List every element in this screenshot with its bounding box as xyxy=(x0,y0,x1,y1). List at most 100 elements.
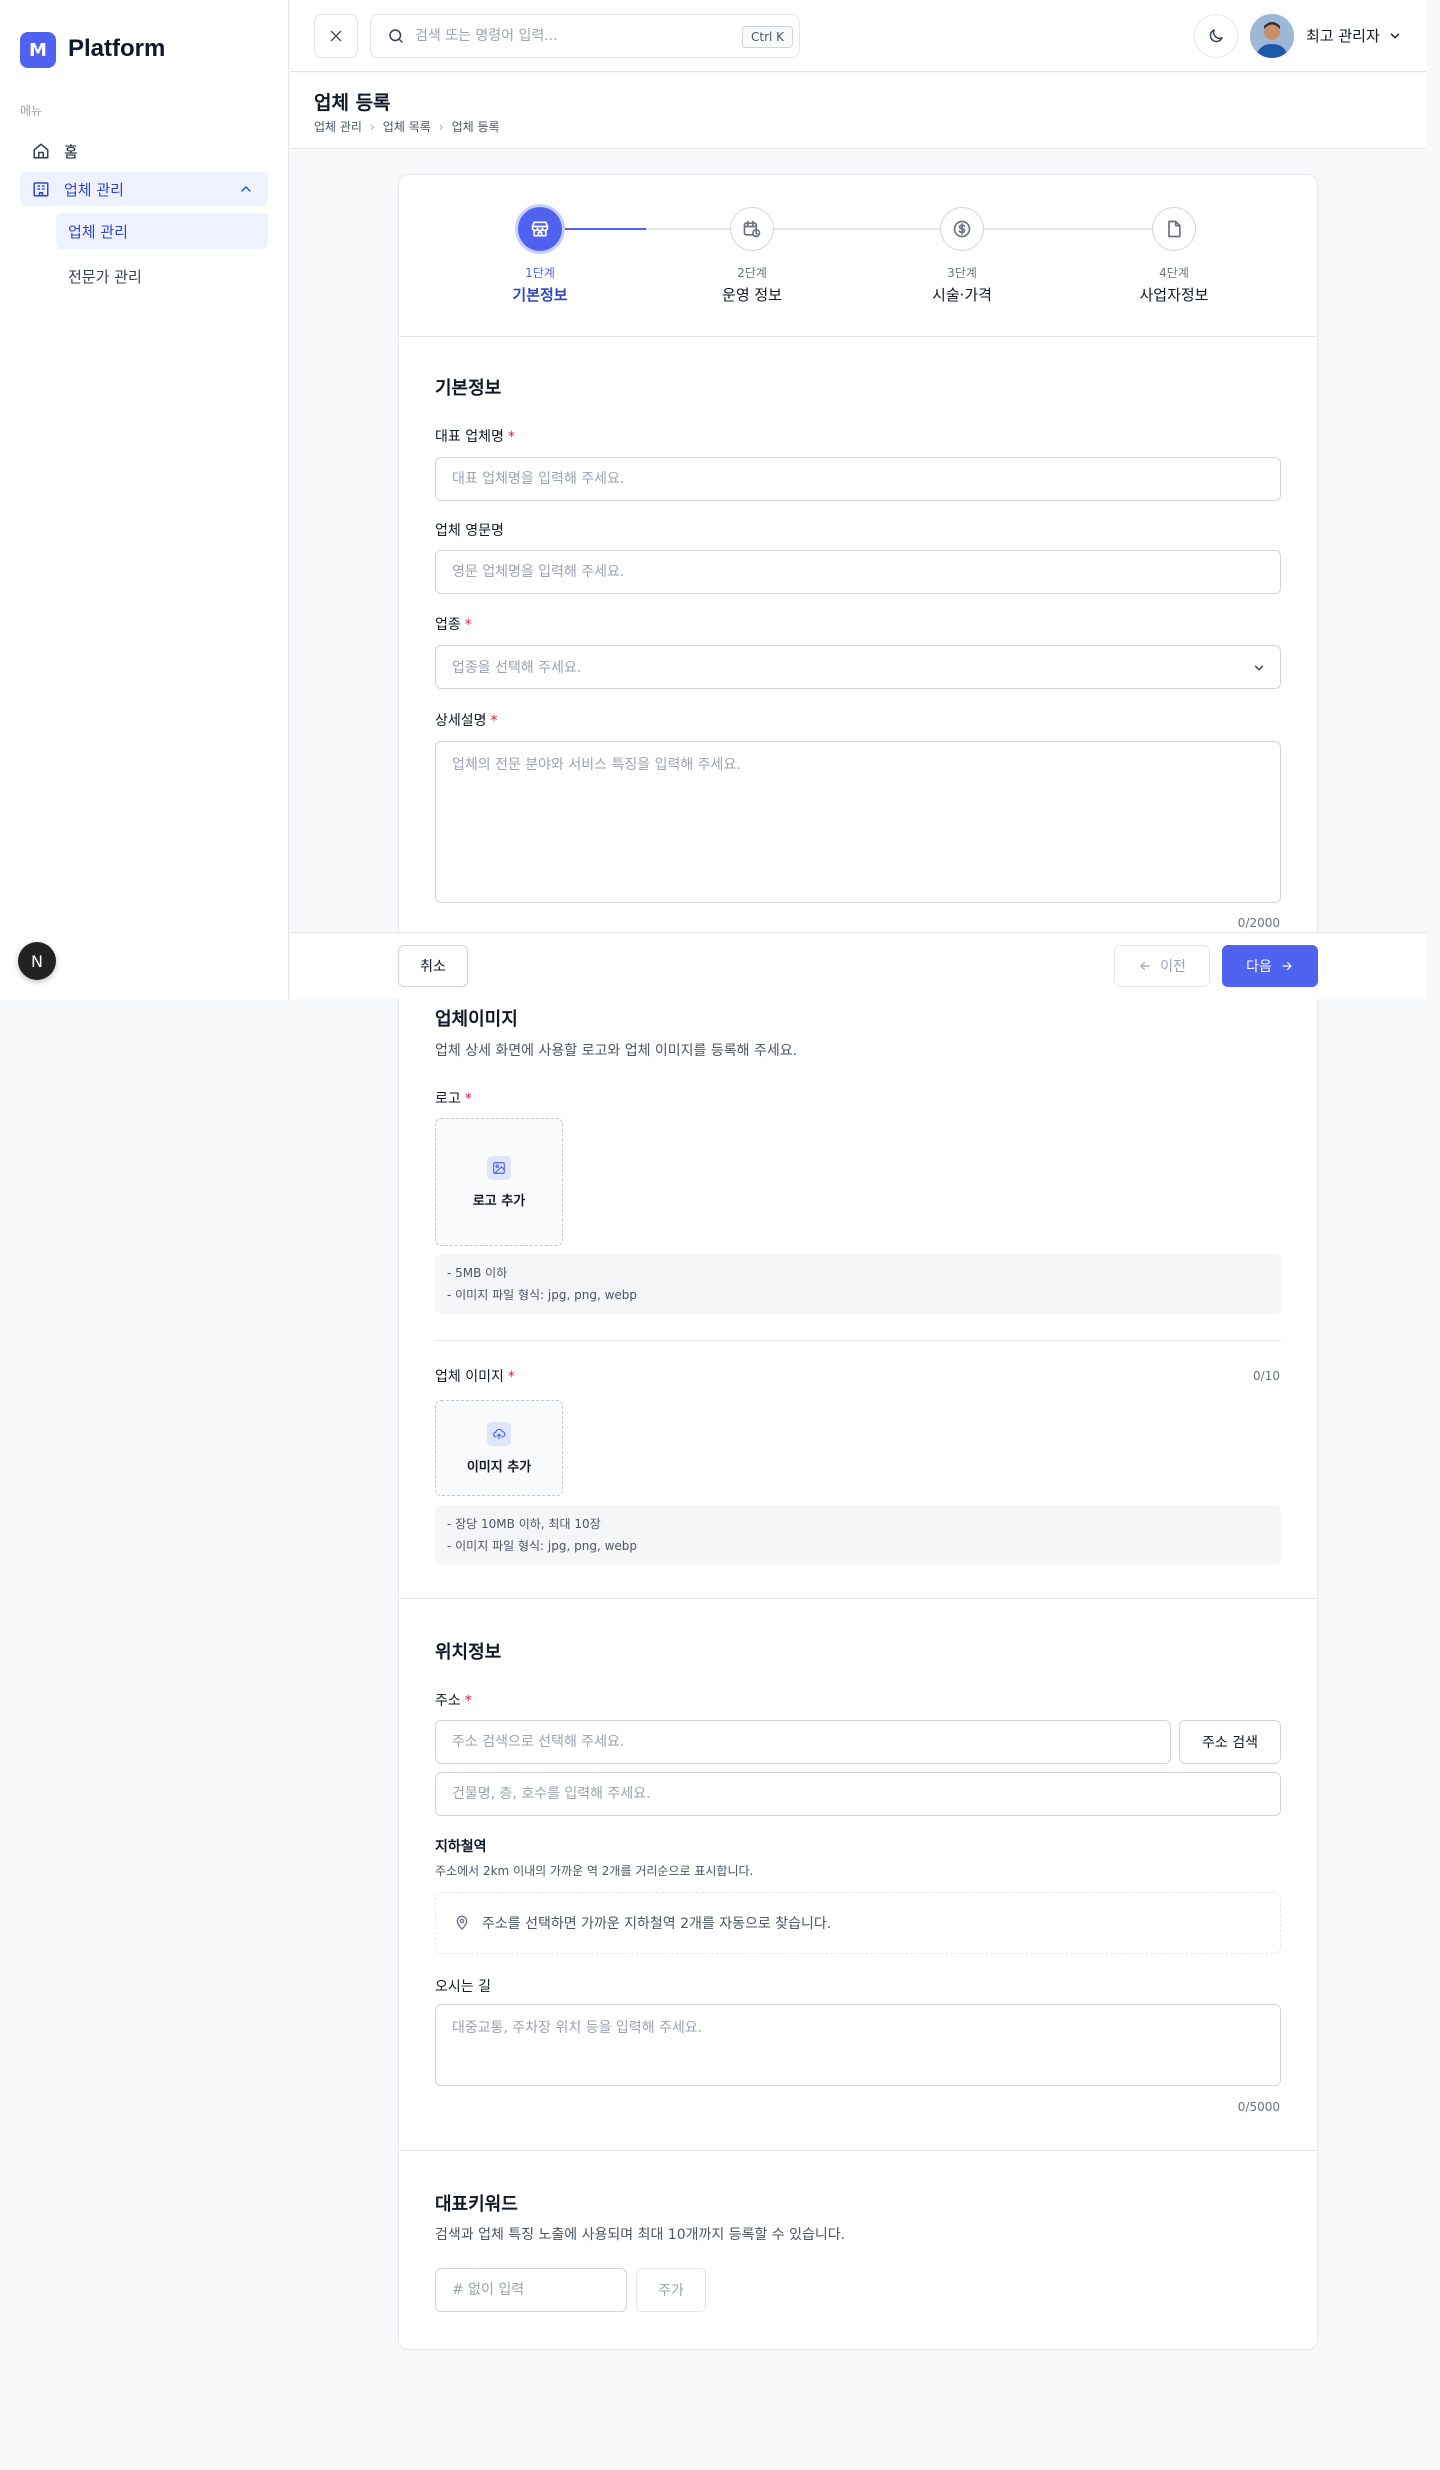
gallery-hint-box: - 장당 10MB 이하, 최대 10장 - 이미지 파일 형식: jpg, p… xyxy=(435,1505,1281,1565)
subway-placeholder-box: 주소를 선택하면 가까운 지하철역 2개를 자동으로 찾습니다. xyxy=(435,1892,1281,1954)
step-4-circle[interactable] xyxy=(1152,207,1196,251)
image-add-icon xyxy=(487,1155,511,1180)
sidebar-item-home[interactable]: 홈 xyxy=(20,134,268,168)
divider xyxy=(398,1598,1318,1599)
breadcrumb-separator-icon: › xyxy=(438,119,444,134)
field-label-text: 대표 업체명 xyxy=(435,429,504,445)
hint-line: - 이미지 파일 형식: jpg, png, webp xyxy=(447,1288,638,1302)
search-icon xyxy=(389,29,403,43)
required-mark: * xyxy=(490,713,498,729)
logo-hint-box: - 5MB 이하 - 이미지 파일 형식: jpg, png, webp xyxy=(435,1254,1281,1314)
step-line xyxy=(774,228,940,230)
search-input[interactable] xyxy=(415,28,735,44)
logo-upload-label: 로고 추가 xyxy=(472,1193,526,1209)
cancel-button[interactable]: 취소 xyxy=(398,945,468,987)
sidebar-item-label: 홈 xyxy=(64,142,78,161)
required-mark: * xyxy=(507,1369,515,1385)
logo-upload-box[interactable]: 로고 추가 xyxy=(435,1118,563,1246)
theme-toggle-button[interactable] xyxy=(1194,14,1238,58)
english-name-input[interactable] xyxy=(435,550,1281,594)
chevron-down-icon xyxy=(1254,665,1264,671)
step-1-circle[interactable] xyxy=(518,207,562,251)
step-2-number: 2단계 xyxy=(737,266,767,280)
chevron-down-icon xyxy=(1390,33,1400,39)
section-title-images: 업체이미지 xyxy=(435,1009,518,1030)
page-title: 업체 등록 xyxy=(314,92,391,114)
address-search-button[interactable]: 주소 검색 xyxy=(1179,1720,1281,1764)
required-mark: * xyxy=(464,1693,472,1709)
brand-logo[interactable]: M xyxy=(20,32,56,68)
sidebar-group-label: 업체 관리 xyxy=(64,180,124,199)
next-button[interactable]: 다음 xyxy=(1222,945,1318,987)
dollar-icon xyxy=(953,220,971,238)
section-desc-keywords: 검색과 업체 특징 노출에 사용되며 최대 10개까지 등록할 수 있습니다. xyxy=(435,2227,846,2243)
dev-tools-badge[interactable]: N xyxy=(18,942,56,980)
breadcrumb-separator-icon: › xyxy=(369,119,375,134)
prev-button[interactable]: 이전 xyxy=(1114,945,1210,987)
breadcrumb-item-current: 업체 등록 xyxy=(451,120,500,134)
subway-hint: 주소를 선택하면 가까운 지하철역 2개를 자동으로 찾습니다. xyxy=(482,1916,832,1932)
breadcrumb-item[interactable]: 업체 관리 xyxy=(314,118,362,135)
section-title-keywords: 대표키워드 xyxy=(435,2194,518,2215)
description-counter: 0/2000 xyxy=(1237,916,1280,930)
moon-icon xyxy=(1209,29,1223,43)
required-mark: * xyxy=(464,617,472,633)
field-label-english-name: 업체 영문명 xyxy=(435,523,504,539)
gallery-upload-label: 이미지 추가 xyxy=(466,1459,532,1475)
gallery-counter: 0/10 xyxy=(1253,1369,1280,1383)
chevron-up-icon[interactable] xyxy=(238,181,254,197)
breadcrumb-item[interactable]: 업체 목록 xyxy=(383,118,431,135)
hint-line: - 이미지 파일 형식: jpg, png, webp xyxy=(447,1539,638,1553)
field-label-logo: 로고 * xyxy=(435,1088,472,1108)
page-header xyxy=(290,73,1426,149)
field-label-text: 로고 xyxy=(435,1091,461,1107)
search-bar[interactable] xyxy=(370,14,800,58)
step-line xyxy=(984,228,1152,230)
field-label-text: 업체 이미지 xyxy=(435,1369,504,1385)
calendar-clock-icon xyxy=(743,220,761,238)
avatar-image xyxy=(1250,14,1294,58)
field-label-text: 상세설명 xyxy=(435,713,487,729)
sidebar-group-company[interactable]: 업체 관리 xyxy=(20,172,268,206)
description-textarea[interactable] xyxy=(435,741,1281,903)
document-icon xyxy=(1168,220,1181,238)
step-3-label: 시술·가격 xyxy=(932,286,992,304)
keyword-add-button[interactable]: 주가 xyxy=(636,2268,706,2312)
step-2-circle[interactable] xyxy=(730,207,774,251)
next-button-label: 다음 xyxy=(1246,959,1272,975)
step-1-number: 1단계 xyxy=(525,266,555,280)
sidebar-item-expert-manage[interactable]: 전문가 관리 xyxy=(56,258,268,294)
address-input[interactable] xyxy=(435,1720,1171,1764)
gallery-upload-box[interactable]: 이미지 추가 xyxy=(435,1400,563,1496)
address-detail-input[interactable] xyxy=(435,1772,1281,1816)
step-3-circle[interactable] xyxy=(940,207,984,251)
breadcrumb: 업체 관리 › 업체 목록 › 업체 등록 xyxy=(314,118,500,135)
required-mark: * xyxy=(507,429,515,445)
close-button[interactable] xyxy=(314,14,358,58)
category-select[interactable]: 업종을 선택해 주세요. xyxy=(435,645,1281,689)
divider xyxy=(435,1340,1281,1341)
company-name-input[interactable] xyxy=(435,457,1281,501)
step-progress-line xyxy=(562,228,646,230)
directions-textarea[interactable] xyxy=(435,2004,1281,2086)
category-select-placeholder: 업종을 선택해 주세요. xyxy=(452,660,582,676)
section-title-location: 위치정보 xyxy=(435,1642,502,1663)
step-2-label: 운영 정보 xyxy=(722,286,782,304)
avatar[interactable] xyxy=(1250,14,1294,58)
sidebar-item-company-manage[interactable]: 업체 관리 xyxy=(56,213,268,249)
keyword-input[interactable] xyxy=(435,2268,627,2312)
arrow-left-icon xyxy=(1140,961,1150,971)
menu-section-label: 메뉴 xyxy=(20,104,43,118)
step-1-label: 기본정보 xyxy=(512,286,568,304)
user-menu[interactable]: 최고 관리자 xyxy=(1306,25,1402,46)
step-4-number: 4단계 xyxy=(1159,266,1189,280)
field-label-text: 업종 xyxy=(435,617,461,633)
brand-name[interactable]: Platform xyxy=(68,35,165,63)
prev-button-label: 이전 xyxy=(1160,959,1186,975)
shortcut-hint: Ctrl K xyxy=(742,26,794,48)
directions-counter: 0/5000 xyxy=(1237,2100,1280,2114)
field-label-subway: 지하철역 xyxy=(435,1839,487,1855)
section-desc-images: 업체 상세 화면에 사용할 로고와 업체 이미지를 등록해 주세요. xyxy=(435,1043,798,1059)
divider xyxy=(398,336,1318,337)
cloud-upload-icon xyxy=(487,1421,511,1446)
